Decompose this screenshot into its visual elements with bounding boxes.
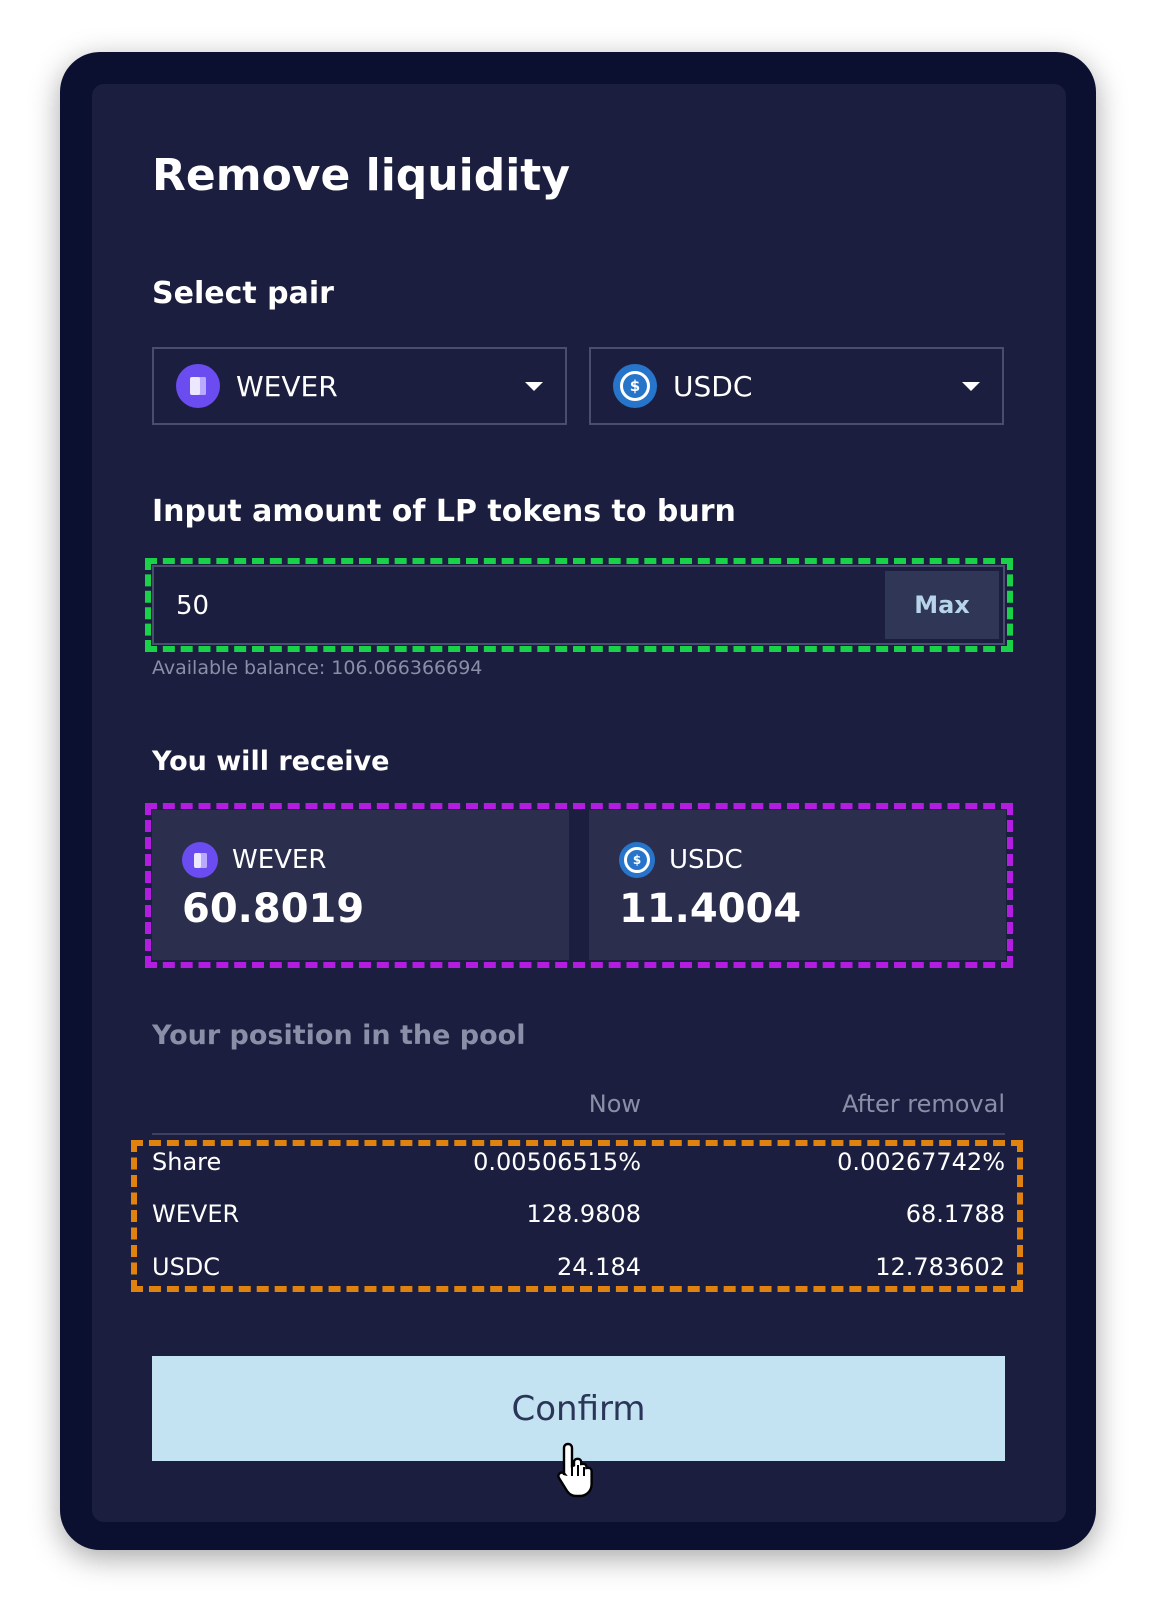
lp-amount-input[interactable] [174,567,858,645]
max-button[interactable]: Max [885,571,999,639]
page-title: Remove liquidity [152,150,570,201]
receive-highlight [145,803,1013,968]
usdc-token-icon: $ [613,364,657,408]
caret-down-icon [525,381,543,391]
select-pair-label: Select pair [152,276,334,311]
available-balance: Available balance: 106.066366694 [152,657,483,679]
header-after-removal: After removal [841,1090,1005,1118]
divider [152,1133,1005,1135]
receive-label: You will receive [152,746,390,777]
wever-token-icon [176,364,220,408]
lp-amount-field: Max [152,565,1005,645]
position-label: Your position in the pool [152,1020,526,1051]
caret-down-icon [962,381,980,391]
header-now: Now [588,1090,641,1118]
token-a-label: WEVER [236,369,338,403]
hand-cursor-icon [557,1442,593,1498]
position-highlight [131,1140,1023,1292]
token-b-label: USDC [673,369,753,403]
token-b-select[interactable]: $ USDC [589,347,1004,425]
token-a-select[interactable]: WEVER [152,347,567,425]
lp-input-label: Input amount of LP tokens to burn [152,494,736,529]
